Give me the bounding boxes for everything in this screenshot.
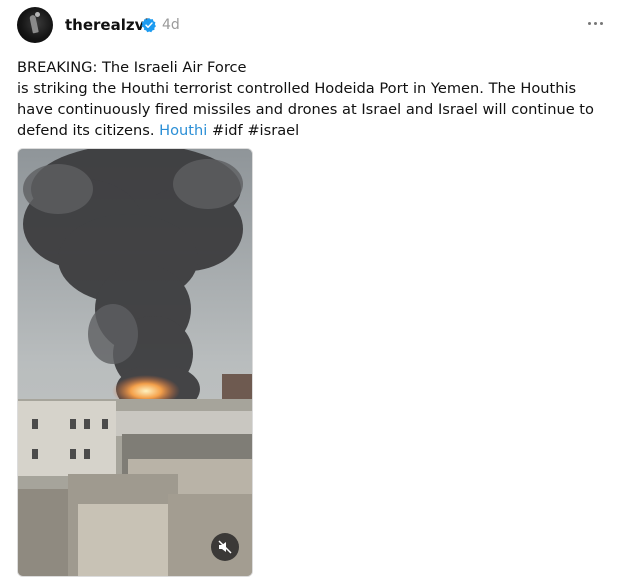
more-dot [599,21,603,25]
post-text-line1: BREAKING: The Israeli Air Force [17,59,247,76]
post-timestamp: 4d [162,17,180,33]
more-dot [593,21,597,25]
verified-badge-icon [141,18,156,33]
avatar-figure-head [35,12,40,17]
more-options-icon[interactable] [583,11,607,35]
avatar[interactable] [17,7,53,43]
mute-toggle-button[interactable] [211,533,239,561]
post-text-body: is striking the Houthi terrorist control… [17,80,594,139]
post-text: BREAKING: The Israeli Air Force is strik… [17,57,607,141]
more-dot [587,21,591,25]
avatar-figure [29,14,39,34]
houthi-link[interactable]: Houthi [159,122,207,139]
video-frame-image [18,149,252,576]
hashtag-israel[interactable]: #israel [247,122,299,139]
post-header: therealzvi 4d [17,7,607,43]
post-video[interactable] [17,148,253,577]
muted-speaker-icon [218,540,232,554]
username[interactable]: therealzvi [65,16,150,34]
hashtag-idf[interactable]: #idf [212,122,243,139]
